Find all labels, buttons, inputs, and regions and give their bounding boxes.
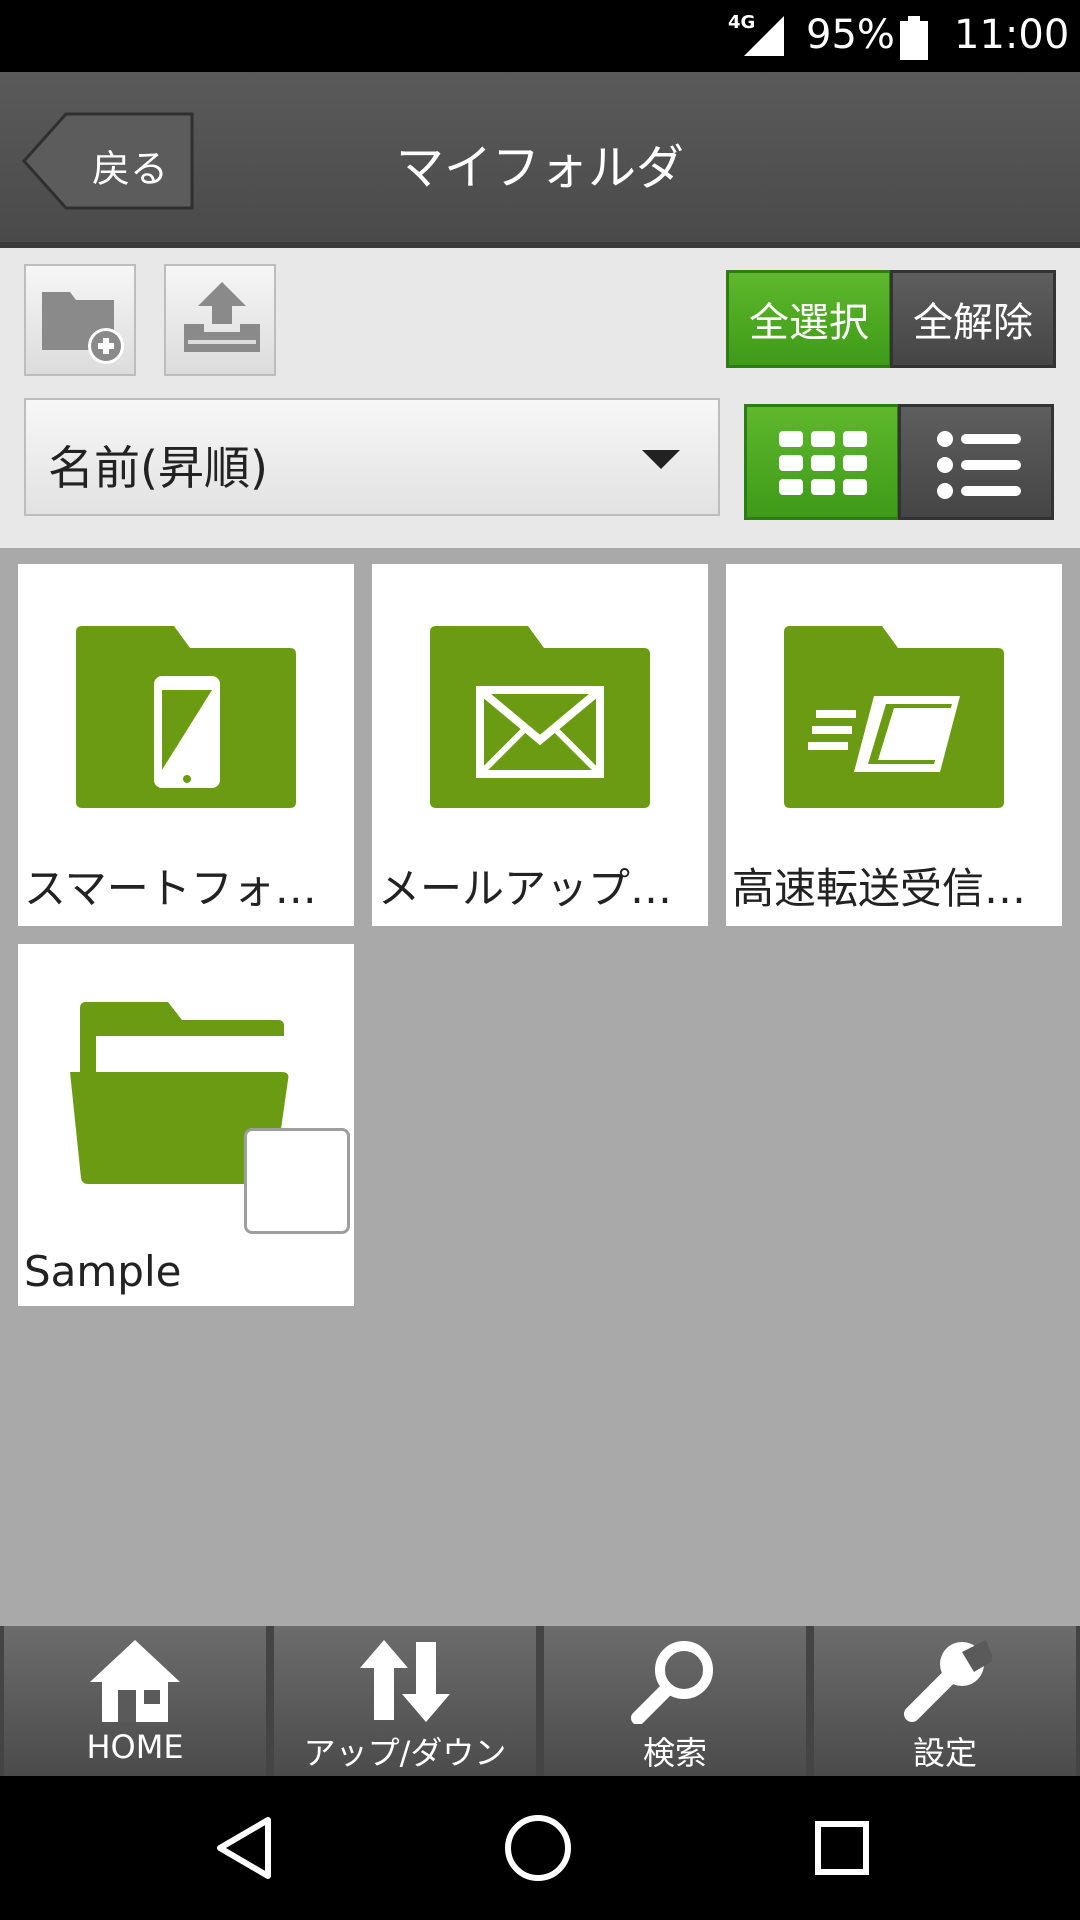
sort-dropdown[interactable]: 名前(昇順) (24, 398, 720, 516)
upload-button[interactable] (164, 264, 276, 376)
battery-icon (900, 16, 928, 60)
mail-folder-icon (430, 626, 650, 808)
folder-name: 高速転送受信フォルダ (732, 864, 1058, 913)
new-folder-button[interactable] (24, 264, 136, 376)
battery-percent: 95% (806, 12, 895, 58)
signal-icon (744, 16, 784, 56)
system-nav-bar (0, 1776, 1080, 1920)
sort-value: 名前(昇順) (48, 441, 268, 495)
tab-label: 設定 (912, 1734, 977, 1772)
toolbar: 全選択 全解除 名前(昇順) (0, 248, 1080, 548)
new-folder-icon (42, 292, 124, 364)
chevron-down-icon (642, 450, 680, 469)
folder-name: メールアップロード (378, 864, 704, 913)
updown-arrows-icon (360, 1640, 450, 1722)
home-icon (90, 1640, 180, 1722)
tab-settings[interactable]: 設定 (814, 1626, 1076, 1776)
back-nav-icon[interactable] (212, 1816, 276, 1880)
status-bar: 4G 95% 11:00 (0, 0, 1080, 72)
folder-name: Sample (24, 1247, 182, 1296)
folder-name: スマートフォンデータ (24, 864, 350, 913)
tab-updown[interactable]: アップ/ダウン (274, 1626, 536, 1776)
clock: 11:00 (954, 12, 1070, 58)
deselect-all-button[interactable]: 全解除 (890, 270, 1056, 368)
tab-search[interactable]: 検索 (544, 1626, 806, 1776)
tab-label: アップ/ダウン (303, 1734, 507, 1772)
tab-label: 検索 (642, 1734, 707, 1772)
tab-home[interactable]: HOME (4, 1626, 266, 1776)
transfer-folder-icon (784, 626, 1004, 808)
grid-view-toggle[interactable] (744, 404, 900, 520)
upload-icon (184, 282, 260, 352)
bottom-tab-bar: HOME アップ/ダウン 検索 設定 (0, 1626, 1080, 1776)
grid-icon (779, 431, 867, 495)
folder-tile[interactable]: 高速転送受信フォルダ (726, 564, 1062, 926)
list-icon (937, 431, 1021, 499)
folder-tile[interactable]: Sample (18, 944, 354, 1306)
select-all-button[interactable]: 全選択 (726, 270, 892, 368)
tab-label: HOME (86, 1728, 184, 1766)
recents-nav-icon[interactable] (814, 1820, 870, 1876)
page-title: マイフォルダ (395, 140, 684, 196)
smartphone-folder-icon (76, 626, 296, 808)
search-icon (631, 1641, 713, 1724)
list-view-toggle[interactable] (898, 404, 1054, 520)
app-header: 戻る マイフォルダ (0, 72, 1080, 248)
folder-tile[interactable]: スマートフォンデータ (18, 564, 354, 926)
select-checkbox[interactable] (244, 1128, 350, 1234)
home-nav-icon[interactable] (504, 1814, 572, 1882)
folder-tile[interactable]: メールアップロード (372, 564, 708, 926)
wrench-icon (904, 1640, 992, 1722)
